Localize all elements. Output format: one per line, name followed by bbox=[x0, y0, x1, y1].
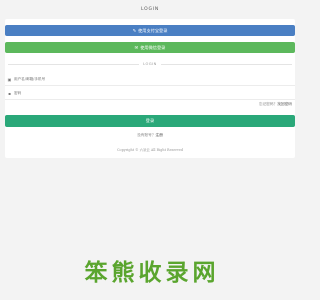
forgot-password-link[interactable]: 找回密码 bbox=[277, 102, 292, 106]
watermark-char: 收 bbox=[138, 260, 162, 286]
divider-label: LOGIN bbox=[143, 62, 157, 66]
lock-icon: ▪ bbox=[8, 90, 11, 96]
login-button-label: 登录 bbox=[145, 118, 155, 123]
username-field: ▣ bbox=[5, 73, 295, 86]
watermark-char: 熊 bbox=[111, 260, 135, 286]
password-field: ▪ bbox=[5, 87, 295, 100]
watermark-char: 笨 bbox=[84, 260, 108, 286]
username-input[interactable] bbox=[14, 75, 274, 83]
watermark-char: 网 bbox=[192, 260, 216, 286]
divider-line-right bbox=[160, 63, 292, 65]
wechat-icon: ✉ bbox=[134, 45, 139, 50]
page-title: LOGIN bbox=[140, 7, 160, 12]
copyright-text: Copyright © 六派云 All Right Reserved bbox=[116, 148, 184, 152]
login-button[interactable]: 登录 bbox=[5, 115, 295, 127]
alipay-icon: ✎ bbox=[132, 28, 137, 33]
register-prompt: 没有账号？注册 bbox=[0, 133, 300, 138]
register-prefix: 没有账号？ bbox=[137, 133, 156, 137]
forgot-password: 忘记密码？找回密码 bbox=[259, 102, 292, 107]
forgot-prefix: 忘记密码？ bbox=[258, 102, 278, 106]
site-watermark: 笨 熊 收 录 网 bbox=[0, 262, 300, 285]
register-link[interactable]: 注册 bbox=[156, 133, 163, 137]
alipay-login-button[interactable]: ✎ 使用支付宝登录 bbox=[5, 25, 295, 36]
alipay-login-label: 使用支付宝登录 bbox=[138, 27, 168, 33]
wechat-login-button[interactable]: ✉ 使用微信登录 bbox=[5, 42, 295, 53]
login-divider: LOGIN bbox=[8, 60, 292, 68]
wechat-login-label: 使用微信登录 bbox=[140, 44, 166, 50]
watermark-char: 录 bbox=[165, 260, 189, 286]
divider-line-left bbox=[8, 63, 140, 65]
password-input[interactable] bbox=[14, 89, 274, 97]
user-icon: ▣ bbox=[7, 76, 12, 82]
